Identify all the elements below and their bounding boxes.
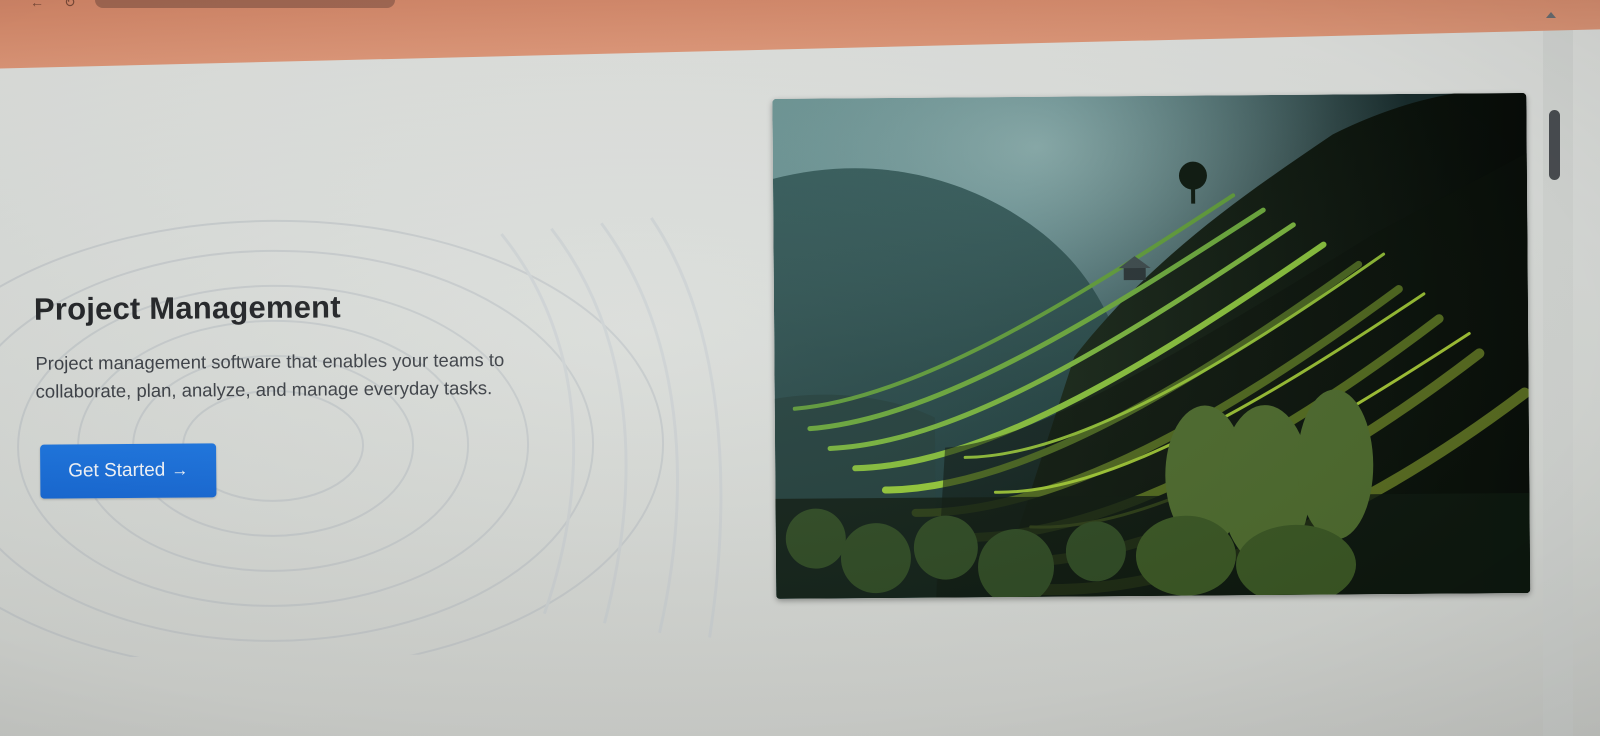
back-icon[interactable]: ← [30,0,44,10]
screen: ← ↻ Project Management Project managemen… [0,0,1600,736]
page-title: Project Management [33,289,341,327]
get-started-button[interactable]: Get Started → [40,443,217,499]
hero-description: Project management software that enables… [35,349,505,402]
forward-icon[interactable]: ↻ [64,0,76,11]
arrow-right-icon: → [171,460,189,480]
hero-image [772,93,1531,599]
rice-terraces-photo [772,93,1531,599]
scroll-up-icon[interactable] [1546,12,1556,18]
browser-tab[interactable] [95,0,395,8]
page-content: Project Management Project management so… [0,46,1573,736]
get-started-label: Get Started [68,459,166,482]
decorative-swirl [0,217,723,659]
scrollbar-thumb[interactable] [1549,110,1560,180]
